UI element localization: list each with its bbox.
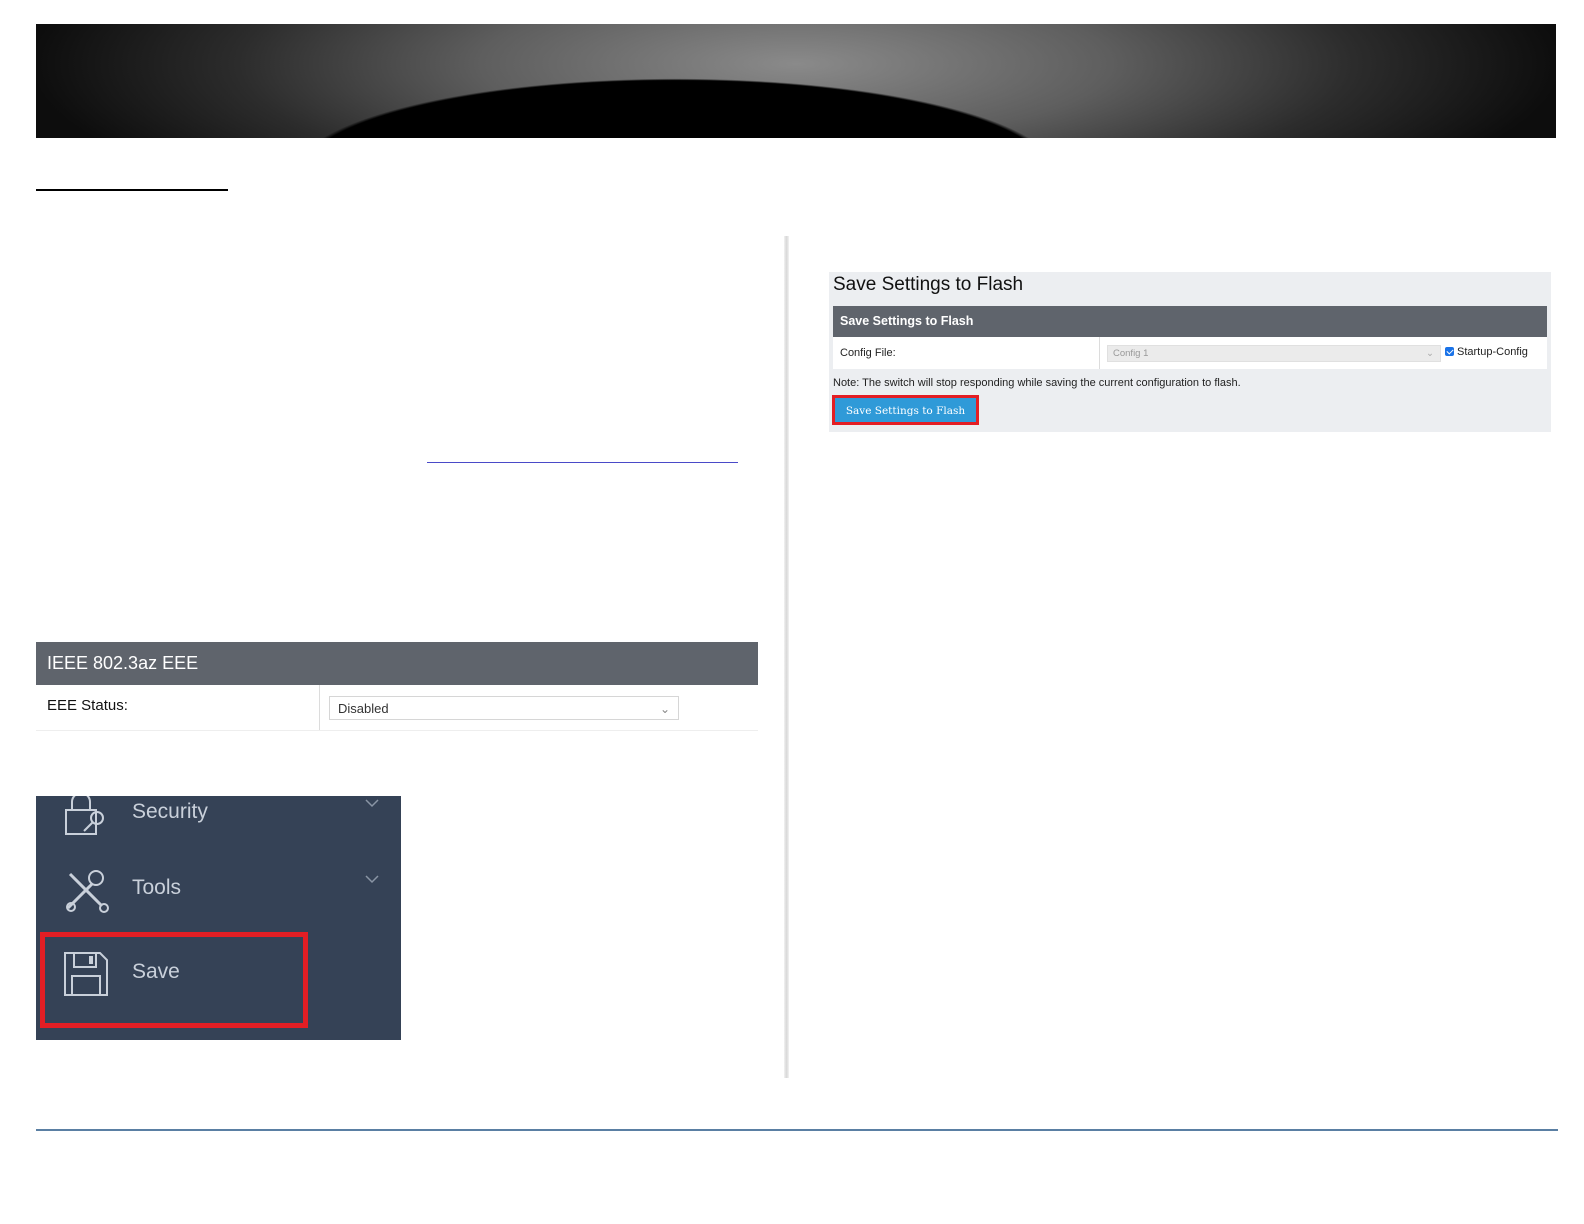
chevron-down-icon: ⌄ [1426, 348, 1434, 359]
page-title: Save Settings to Flash [833, 274, 1024, 295]
save-settings-panel: Save Settings to Flash Save Settings to … [829, 272, 1551, 432]
title-underline [36, 189, 228, 191]
config-file-label: Config File: [840, 347, 896, 359]
chevron-down-icon [365, 799, 379, 808]
row-separator [1099, 337, 1100, 369]
lock-icon [65, 796, 104, 835]
eee-status-select[interactable]: Disabled ⌄ [329, 696, 679, 720]
row-separator [319, 685, 320, 730]
startup-config-checkbox[interactable]: Startup-Config [1445, 346, 1528, 358]
sidebar-item-security[interactable]: Security [36, 796, 401, 844]
startup-config-label: Startup-Config [1457, 346, 1528, 358]
header-banner [36, 24, 1556, 138]
config-file-select[interactable]: Config 1 ⌄ [1107, 345, 1441, 362]
sidebar-item-label: Security [132, 800, 208, 823]
footer-rule [36, 1129, 1558, 1131]
config-file-value: Config 1 [1113, 348, 1149, 359]
hyperlink-underline[interactable] [427, 462, 738, 463]
chevron-down-icon: ⌄ [659, 702, 670, 716]
checkbox-checked-icon [1445, 347, 1454, 356]
save-note: Note: The switch will stop responding wh… [833, 377, 1241, 389]
eee-panel-header: IEEE 802.3az EEE [36, 642, 758, 685]
save-settings-button[interactable]: Save Settings to Flash [835, 398, 976, 422]
config-file-row: Config File: Config 1 ⌄ Startup-Config [833, 337, 1547, 369]
eee-status-label: EEE Status: [47, 697, 128, 714]
section-header: Save Settings to Flash [833, 306, 1547, 337]
sidebar-item-tools[interactable]: Tools [36, 860, 401, 920]
eee-settings-panel: IEEE 802.3az EEE EEE Status: Disabled ⌄ [36, 642, 758, 731]
chevron-down-icon [365, 875, 379, 884]
tools-icon [66, 870, 109, 913]
sidebar-item-label: Tools [132, 876, 182, 899]
eee-status-row: EEE Status: Disabled ⌄ [36, 685, 758, 731]
eee-status-value: Disabled [338, 701, 389, 716]
save-highlight-box [40, 932, 308, 1028]
column-divider [784, 236, 789, 1078]
